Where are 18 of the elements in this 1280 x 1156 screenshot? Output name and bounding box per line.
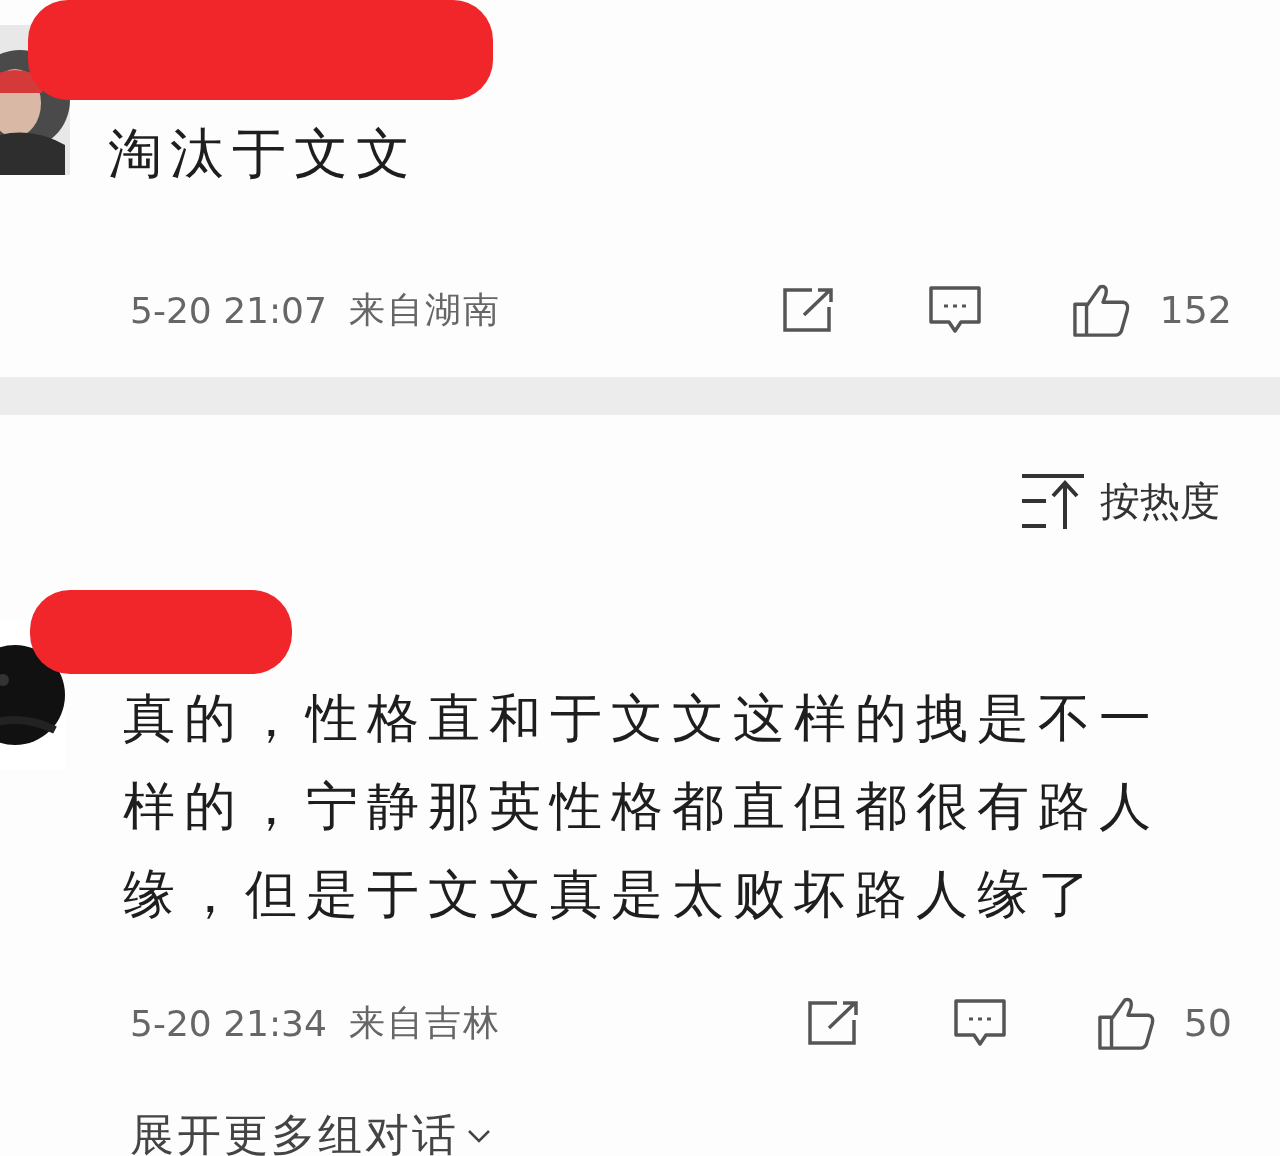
comment-icon[interactable] xyxy=(929,286,982,334)
comment-location: 来自湖南 xyxy=(348,287,501,332)
like-count: 50 xyxy=(1183,1001,1232,1045)
comment-icon[interactable] xyxy=(953,999,1006,1047)
expand-link[interactable]: 展开更多组对话 xyxy=(130,1106,491,1156)
chevron-icon xyxy=(467,1128,491,1143)
comment-time: 5-20 21:34 xyxy=(130,1002,327,1044)
share-icon[interactable] xyxy=(806,999,859,1047)
sort-icon xyxy=(1020,472,1086,530)
like-icon[interactable] xyxy=(1073,282,1132,338)
comment-time: 5-20 21:07 xyxy=(130,289,327,331)
like-icon[interactable] xyxy=(1097,995,1156,1051)
comment-text: 真的，性格直和于文文这样的拽是不一样的，宁静那英性格都直但都很有路人缘，但是于文文真是太败坏路人缘了 xyxy=(123,687,1161,926)
comment-text: 淘汰于文文 xyxy=(108,121,419,187)
comment-location: 来自吉林 xyxy=(348,1000,501,1045)
share-icon[interactable] xyxy=(782,286,835,334)
sort-button[interactable]: 按热度 xyxy=(1020,471,1220,531)
like-count: 152 xyxy=(1159,288,1232,332)
